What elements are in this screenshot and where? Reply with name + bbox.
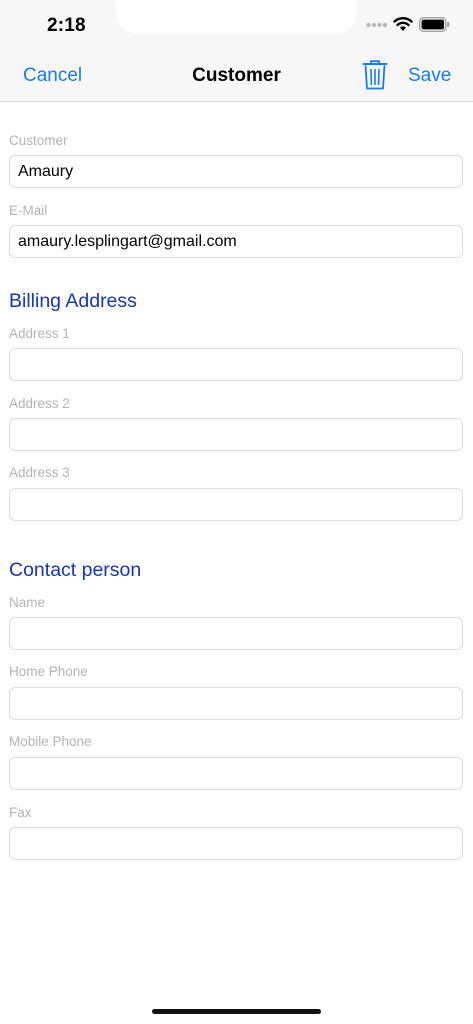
page-title: Customer	[192, 65, 281, 86]
contact-person-heading: Contact person	[9, 559, 142, 581]
home-phone-label: Home Phone	[9, 664, 88, 679]
mobile-phone-label: Mobile Phone	[9, 734, 92, 749]
status-bar: 2:18	[0, 0, 473, 50]
fax-label: Fax	[9, 805, 32, 820]
signal-icon	[366, 22, 388, 28]
status-time: 2:18	[47, 15, 86, 36]
name-label: Name	[9, 595, 46, 610]
trash-icon[interactable]	[362, 59, 388, 91]
billing-address-heading: Billing Address	[9, 290, 137, 312]
address1-label: Address 1	[9, 326, 70, 341]
customer-label: Customer	[9, 133, 68, 148]
notch	[116, 0, 357, 34]
address3-label: Address 3	[9, 465, 70, 480]
home-indicator[interactable]	[152, 1009, 321, 1014]
home-phone-input[interactable]	[9, 687, 463, 720]
battery-icon	[419, 17, 450, 32]
save-button[interactable]: Save	[408, 65, 451, 87]
name-input[interactable]	[9, 617, 463, 650]
wifi-icon	[393, 17, 413, 31]
fax-input[interactable]	[9, 827, 463, 860]
customer-input[interactable]	[9, 155, 463, 188]
nav-bar: Cancel Customer Save	[0, 50, 473, 102]
mobile-phone-input[interactable]	[9, 757, 463, 790]
email-input[interactable]	[9, 225, 463, 258]
address1-input[interactable]	[9, 348, 463, 381]
address2-label: Address 2	[9, 396, 70, 411]
email-label: E-Mail	[9, 203, 48, 218]
address3-input[interactable]	[9, 488, 463, 521]
address2-input[interactable]	[9, 418, 463, 451]
